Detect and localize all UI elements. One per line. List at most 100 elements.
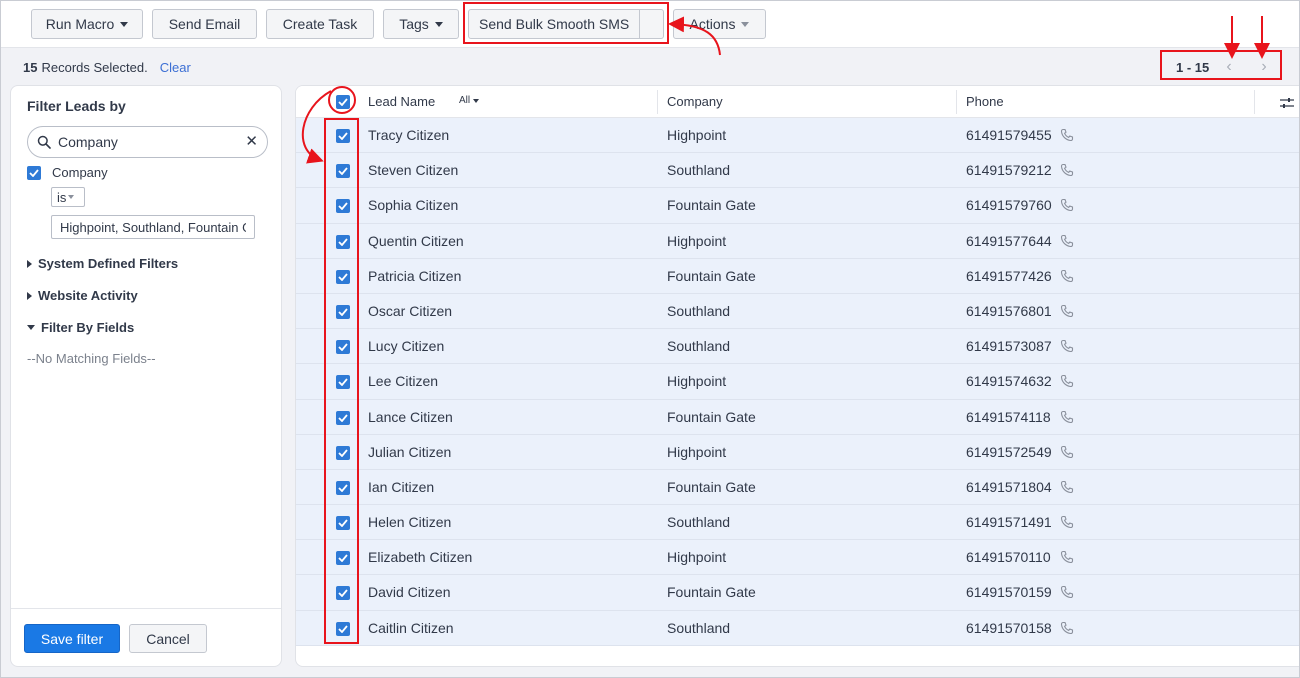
table-row[interactable]: Sophia Citizen Fountain Gate 61491579760 [296, 188, 1300, 224]
select-all-checkbox[interactable] [336, 95, 350, 109]
table-row[interactable]: Lucy Citizen Southland 61491573087 [296, 329, 1300, 365]
table-row[interactable]: Caitlin Citizen Southland 61491570158 [296, 610, 1300, 646]
row-checkbox[interactable] [336, 445, 350, 460]
clear-selection-link[interactable]: Clear [160, 60, 191, 75]
lead-name-cell[interactable]: Sophia Citizen [368, 197, 458, 213]
lead-name-cell[interactable]: Julian Citizen [368, 444, 451, 460]
table-row[interactable]: Lance Citizen Fountain Gate 61491574118 [296, 399, 1300, 435]
phone-icon[interactable] [1060, 480, 1074, 494]
send-bulk-sms-button[interactable]: Send Bulk Smooth SMS [469, 10, 639, 38]
row-checkbox[interactable] [336, 199, 350, 214]
row-checkbox[interactable] [336, 269, 350, 284]
table-row[interactable]: Julian Citizen Highpoint 61491572549 [296, 434, 1300, 470]
section-filter-by-fields[interactable]: Filter By Fields [27, 320, 134, 335]
company-cell: Fountain Gate [667, 478, 756, 495]
phone-icon[interactable] [1060, 339, 1074, 353]
row-checkbox[interactable] [336, 304, 350, 319]
close-icon[interactable]: ✕ [245, 134, 258, 150]
column-divider[interactable] [657, 90, 658, 114]
phone-icon[interactable] [1060, 515, 1074, 529]
row-checkbox[interactable] [336, 621, 350, 636]
table-row[interactable]: Helen Citizen Southland 61491571491 [296, 505, 1300, 541]
lead-name-cell[interactable]: Oscar Citizen [368, 303, 452, 319]
tags-button[interactable]: Tags [383, 9, 459, 39]
run-macro-button[interactable]: Run Macro [31, 9, 143, 39]
cancel-button[interactable]: Cancel [129, 624, 207, 653]
lead-name-cell[interactable]: Ian Citizen [368, 479, 434, 495]
table-row[interactable]: Quentin Citizen Highpoint 61491577644 [296, 223, 1300, 259]
table-row[interactable]: David Citizen Fountain Gate 61491570159 [296, 575, 1300, 611]
lead-name-cell[interactable]: Elizabeth Citizen [368, 549, 472, 565]
table-row[interactable]: Patricia Citizen Fountain Gate 61491577426 [296, 258, 1300, 294]
table-row[interactable]: Oscar Citizen Southland 61491576801 [296, 293, 1300, 330]
phone-icon[interactable] [1060, 304, 1074, 318]
phone-cell: 61491579212 [966, 162, 1052, 179]
row-checkbox[interactable] [336, 480, 350, 495]
row-checkbox[interactable] [336, 129, 350, 143]
lead-name-cell[interactable]: Lee Citizen [368, 373, 438, 389]
chevron-right-icon[interactable]: › [1256, 58, 1272, 76]
section-website-activity[interactable]: Website Activity [27, 288, 138, 303]
actions-button[interactable]: Actions [673, 9, 766, 39]
row-checkbox[interactable] [336, 586, 350, 601]
row-checkbox[interactable] [336, 375, 350, 390]
lead-name-cell[interactable]: Helen Citizen [368, 514, 451, 530]
column-divider[interactable] [1254, 90, 1255, 114]
lead-name-cell[interactable]: Steven Citizen [368, 162, 458, 178]
phone-icon[interactable] [1060, 585, 1074, 599]
lead-name-cell[interactable]: Lance Citizen [368, 409, 453, 425]
filter-search-input[interactable] [56, 132, 236, 152]
table-row[interactable]: Elizabeth Citizen Highpoint 61491570110 [296, 540, 1300, 576]
phone-icon[interactable] [1060, 550, 1074, 564]
create-task-button[interactable]: Create Task [266, 9, 374, 39]
send-bulk-sms-dropdown-button[interactable] [639, 10, 663, 38]
phone-icon[interactable] [1060, 234, 1074, 248]
tags-label: Tags [399, 16, 429, 32]
phone-icon[interactable] [1060, 198, 1074, 212]
table-row[interactable]: Ian Citizen Fountain Gate 61491571804 [296, 469, 1300, 506]
lead-name-cell[interactable]: David Citizen [368, 584, 450, 600]
save-filter-button[interactable]: Save filter [24, 624, 120, 653]
company-cell: Southland [667, 514, 731, 531]
column-divider[interactable] [956, 90, 957, 114]
lead-name-cell[interactable]: Quentin Citizen [368, 233, 464, 249]
header-phone[interactable]: Phone [966, 94, 1004, 109]
row-checkbox[interactable] [336, 410, 350, 425]
phone-icon[interactable] [1060, 621, 1074, 635]
lead-name-cell[interactable]: Caitlin Citizen [368, 620, 454, 636]
section-system-defined-filters[interactable]: System Defined Filters [27, 256, 178, 271]
company-cell: Highpoint [667, 127, 727, 143]
lead-name-cell[interactable]: Patricia Citizen [368, 268, 461, 284]
send-email-button[interactable]: Send Email [152, 9, 257, 39]
table-row[interactable]: Tracy Citizen Highpoint 61491579455 [296, 118, 1300, 154]
chevron-left-icon[interactable]: ‹ [1221, 58, 1237, 76]
check-icon [338, 202, 348, 211]
row-checkbox[interactable] [336, 516, 350, 531]
pager-range: 1 - 15 [1176, 59, 1210, 75]
all-filter-label: All [459, 95, 471, 106]
lead-name-cell[interactable]: Tracy Citizen [368, 127, 449, 143]
table-row[interactable]: Lee Citizen Highpoint 61491574632 [296, 364, 1300, 400]
column-settings-icon[interactable] [1279, 97, 1295, 109]
row-checkbox[interactable] [336, 164, 350, 179]
phone-icon[interactable] [1060, 410, 1074, 424]
phone-icon[interactable] [1060, 163, 1074, 177]
send-bulk-sms-label: Send Bulk Smooth SMS [479, 16, 630, 32]
phone-icon[interactable] [1060, 374, 1074, 388]
company-cell: Southland [667, 162, 731, 179]
filter-value-field[interactable] [51, 215, 255, 239]
phone-icon[interactable] [1060, 445, 1074, 459]
phone-icon[interactable] [1060, 128, 1074, 142]
lead-name-filter-dropdown[interactable]: All [459, 95, 480, 106]
header-company[interactable]: Company [667, 94, 723, 109]
row-checkbox[interactable] [336, 234, 350, 249]
lead-name-cell[interactable]: Lucy Citizen [368, 338, 444, 354]
filter-company-checkbox[interactable] [27, 166, 41, 180]
section-label: Website Activity [38, 288, 138, 303]
row-checkbox[interactable] [336, 551, 350, 566]
row-checkbox[interactable] [336, 340, 350, 355]
table-row[interactable]: Steven Citizen Southland 61491579212 [296, 153, 1300, 189]
phone-icon[interactable] [1060, 269, 1074, 283]
header-lead-name[interactable]: Lead Name [368, 94, 435, 109]
operator-select[interactable]: is [51, 187, 85, 207]
